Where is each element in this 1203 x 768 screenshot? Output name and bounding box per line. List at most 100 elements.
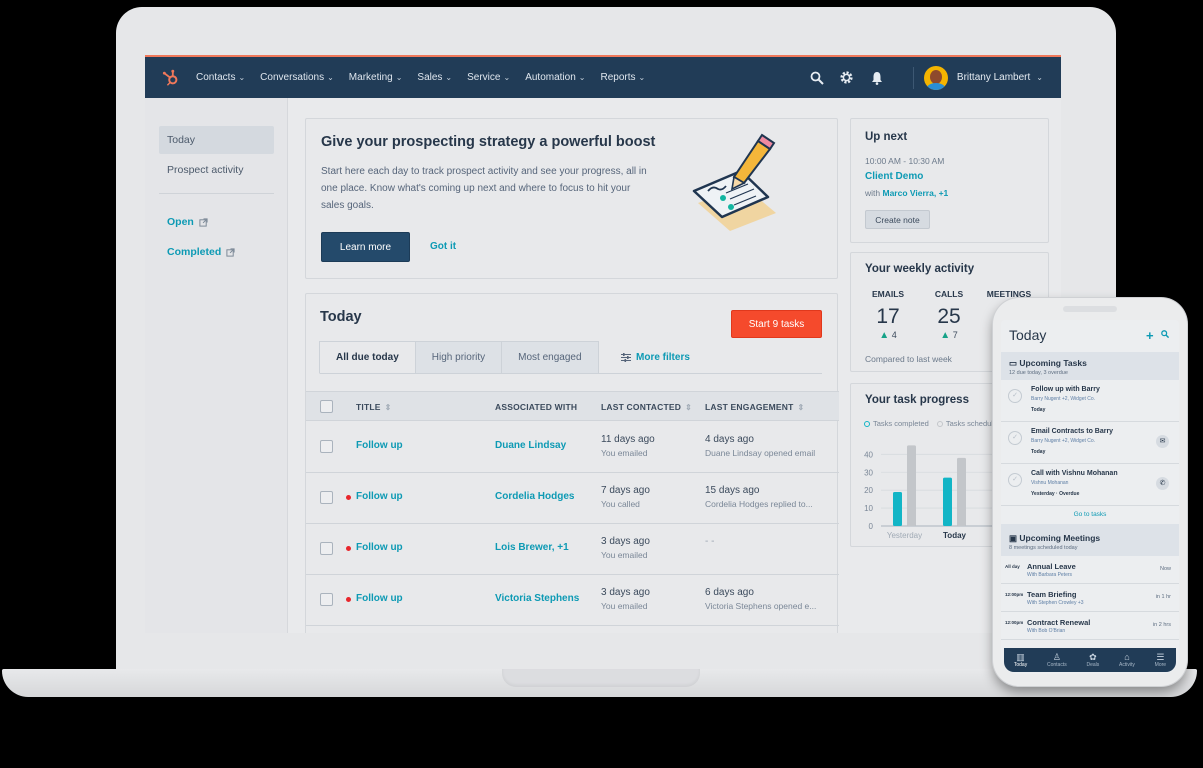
sidebar-item-prospect-activity[interactable]: Prospect activity — [159, 156, 274, 184]
gear-icon[interactable] — [839, 70, 855, 86]
search-icon[interactable] — [809, 70, 825, 86]
plus-icon[interactable]: + — [1146, 328, 1154, 343]
associated-contact-link[interactable]: Duane Lindsay — [495, 440, 566, 451]
phone-task-item[interactable]: ✓ Follow up with Barry Barry Nugent +2, … — [1001, 380, 1179, 422]
meeting-time: 12:00pm — [1005, 620, 1024, 625]
start-tasks-button[interactable]: Start 9 tasks — [731, 310, 822, 338]
check-circle-icon[interactable]: ✓ — [1008, 389, 1022, 403]
upcoming-meetings-title: ▣ Upcoming Meetings — [1009, 533, 1100, 544]
table-row[interactable]: Follow up Duane Lindsay 11 days ago You … — [306, 422, 839, 473]
phone-tab-more[interactable]: ☰ More — [1155, 652, 1166, 668]
more-filters-label: More filters — [636, 352, 690, 363]
check-circle-icon[interactable]: ✓ — [1008, 473, 1022, 487]
phone-mockup: Today + ▭ Upcoming Tasks 12 due today, 3… — [993, 298, 1187, 686]
chevron-down-icon: ⌄ — [395, 73, 403, 82]
table-header: TITLE ⇕ ASSOCIATED WITH LAST CONTACTED ⇕ L… — [306, 391, 839, 421]
sidebar-item-today[interactable]: Today — [159, 126, 274, 154]
row-checkbox[interactable] — [320, 491, 333, 504]
upcoming-tasks-header: ▭ Upcoming Tasks 12 due today, 3 overdue — [1001, 352, 1179, 380]
legend-item-completed[interactable]: Tasks completed — [864, 419, 929, 428]
meeting-title-link[interactable]: Client Demo — [865, 171, 923, 182]
tasks-card: Today Start 9 tasks All due today High p… — [305, 293, 839, 633]
phone-call-icon[interactable]: ✆ — [1156, 477, 1169, 490]
laptop-notch — [502, 669, 700, 687]
column-title[interactable]: TITLE ⇕ — [356, 402, 392, 412]
select-all-checkbox[interactable] — [320, 400, 333, 413]
phone-meeting-item[interactable]: 12:00pm Team Briefing With Stephen Crowl… — [1001, 584, 1179, 612]
phone-tab-contacts[interactable]: ♙ Contacts — [1047, 652, 1067, 668]
task-title-link[interactable]: Follow up — [356, 491, 403, 502]
phone-task-due: Yesterday · Overdue — [1031, 491, 1080, 497]
table-row[interactable]: Follow up Cordelia Hodges 7 days ago You… — [306, 473, 839, 524]
phone-meeting-item[interactable]: 12:00pm Contract Renewal With Bob O'Bria… — [1001, 612, 1179, 640]
chevron-down-icon: ⌄ — [327, 73, 334, 82]
nav-automation[interactable]: Automation ⌄ — [525, 72, 585, 83]
column-associated-with: ASSOCIATED WITH — [495, 402, 577, 412]
stat-delta-value: 4 — [891, 330, 897, 340]
column-last-engagement[interactable]: LAST ENGAGEMENT ⇕ — [705, 402, 804, 412]
handshake-icon: ✿ — [1089, 652, 1097, 662]
nav-contacts[interactable]: Contacts ⌄ — [196, 72, 245, 83]
banner-title: Give your prospecting strategy a powerfu… — [321, 134, 656, 150]
nav-divider — [912, 66, 914, 89]
associated-contact-link[interactable]: Lois Brewer, +1 — [495, 542, 569, 553]
tab-most-engaged[interactable]: Most engaged — [501, 341, 599, 374]
bell-icon[interactable] — [869, 70, 885, 86]
y-tick-label: 30 — [864, 468, 873, 477]
row-checkbox[interactable] — [320, 593, 333, 606]
row-checkbox[interactable] — [320, 542, 333, 555]
nav-sales[interactable]: Sales ⌄ — [417, 72, 452, 83]
tab-high-priority[interactable]: High priority — [414, 341, 503, 374]
check-circle-icon[interactable]: ✓ — [1008, 431, 1022, 445]
user-name[interactable]: Brittany Lambert — [957, 72, 1030, 83]
up-next-card: Up next 10:00 AM - 10:30 AM Client Demo … — [850, 118, 1049, 243]
hubspot-logo-icon[interactable] — [162, 69, 180, 87]
nav-marketing[interactable]: Marketing ⌄ — [349, 72, 403, 83]
stat-value: 25 — [937, 305, 961, 328]
y-tick-label: 20 — [864, 486, 873, 495]
nav-service[interactable]: Service ⌄ — [467, 72, 510, 83]
search-icon[interactable] — [1161, 330, 1169, 338]
task-title-link[interactable]: Follow up — [356, 542, 403, 553]
section-title: Upcoming Meetings — [1019, 533, 1101, 543]
phone-meeting-item[interactable]: All day Annual Leave With Barbara Peters… — [1001, 556, 1179, 584]
attendee-link[interactable]: Marco Vierra, +1 — [883, 188, 949, 198]
phone-tab-today[interactable]: ▥ Today — [1014, 652, 1027, 668]
last-engagement-detail: Cordelia Hodges replied to... — [705, 499, 813, 509]
table-row[interactable]: Follow up Victoria Stephens 3 days ago Y… — [306, 575, 839, 626]
last-contacted-detail: You emailed — [601, 550, 648, 560]
row-checkbox[interactable] — [320, 440, 333, 453]
legend-item-scheduled[interactable]: Tasks scheduled — [936, 419, 1001, 428]
meeting-time: 12:00pm — [1005, 592, 1024, 597]
associated-contact-link[interactable]: Victoria Stephens — [495, 593, 579, 604]
create-note-button[interactable]: Create note — [865, 210, 930, 229]
phone-screen: Today + ▭ Upcoming Tasks 12 due today, 3… — [1001, 320, 1179, 674]
got-it-button[interactable]: Got it — [430, 241, 456, 252]
task-title-link[interactable]: Follow up — [356, 440, 403, 451]
associated-contact-link[interactable]: Cordelia Hodges — [495, 491, 574, 502]
bar-tasks-scheduled — [957, 457, 966, 526]
email-icon[interactable]: ✉ — [1156, 435, 1169, 448]
task-title-link[interactable]: Follow up — [356, 593, 403, 604]
phone-task-item[interactable]: ✓ Call with Vishnu Mohanan Vishnu Mohana… — [1001, 464, 1179, 506]
user-avatar[interactable] — [923, 65, 948, 90]
section-subtitle: 12 due today, 3 overdue — [1009, 370, 1068, 376]
phone-tab-deals[interactable]: ✿ Deals — [1086, 652, 1099, 668]
chevron-down-icon[interactable]: ⌄ — [1036, 73, 1043, 82]
meeting-sub: With Bob O'Brian — [1027, 628, 1066, 634]
tab-all-due-today[interactable]: All due today — [319, 341, 416, 374]
nav-conversations[interactable]: Conversations ⌄ — [260, 72, 334, 83]
nav-reports[interactable]: Reports ⌄ — [600, 72, 645, 83]
go-to-tasks-link[interactable]: Go to tasks — [1001, 506, 1179, 523]
phone-task-item[interactable]: ✓ Email Contracts to Barry Barry Nugent … — [1001, 422, 1179, 464]
chevron-down-icon: ⌄ — [638, 73, 646, 82]
phone-tab-activity[interactable]: ⌂ Activity — [1119, 652, 1135, 668]
column-last-contacted[interactable]: LAST CONTACTED ⇕ — [601, 402, 692, 412]
sidebar-link-completed[interactable]: Completed — [167, 246, 235, 258]
nav-label: Automation — [525, 72, 576, 83]
sidebar-link-open[interactable]: Open — [167, 216, 208, 228]
learn-more-button[interactable]: Learn more — [321, 232, 410, 262]
external-link-icon — [199, 217, 208, 227]
table-row[interactable]: Follow up Lois Brewer, +1 3 days ago You… — [306, 524, 839, 575]
more-filters-button[interactable]: More filters — [621, 352, 690, 363]
